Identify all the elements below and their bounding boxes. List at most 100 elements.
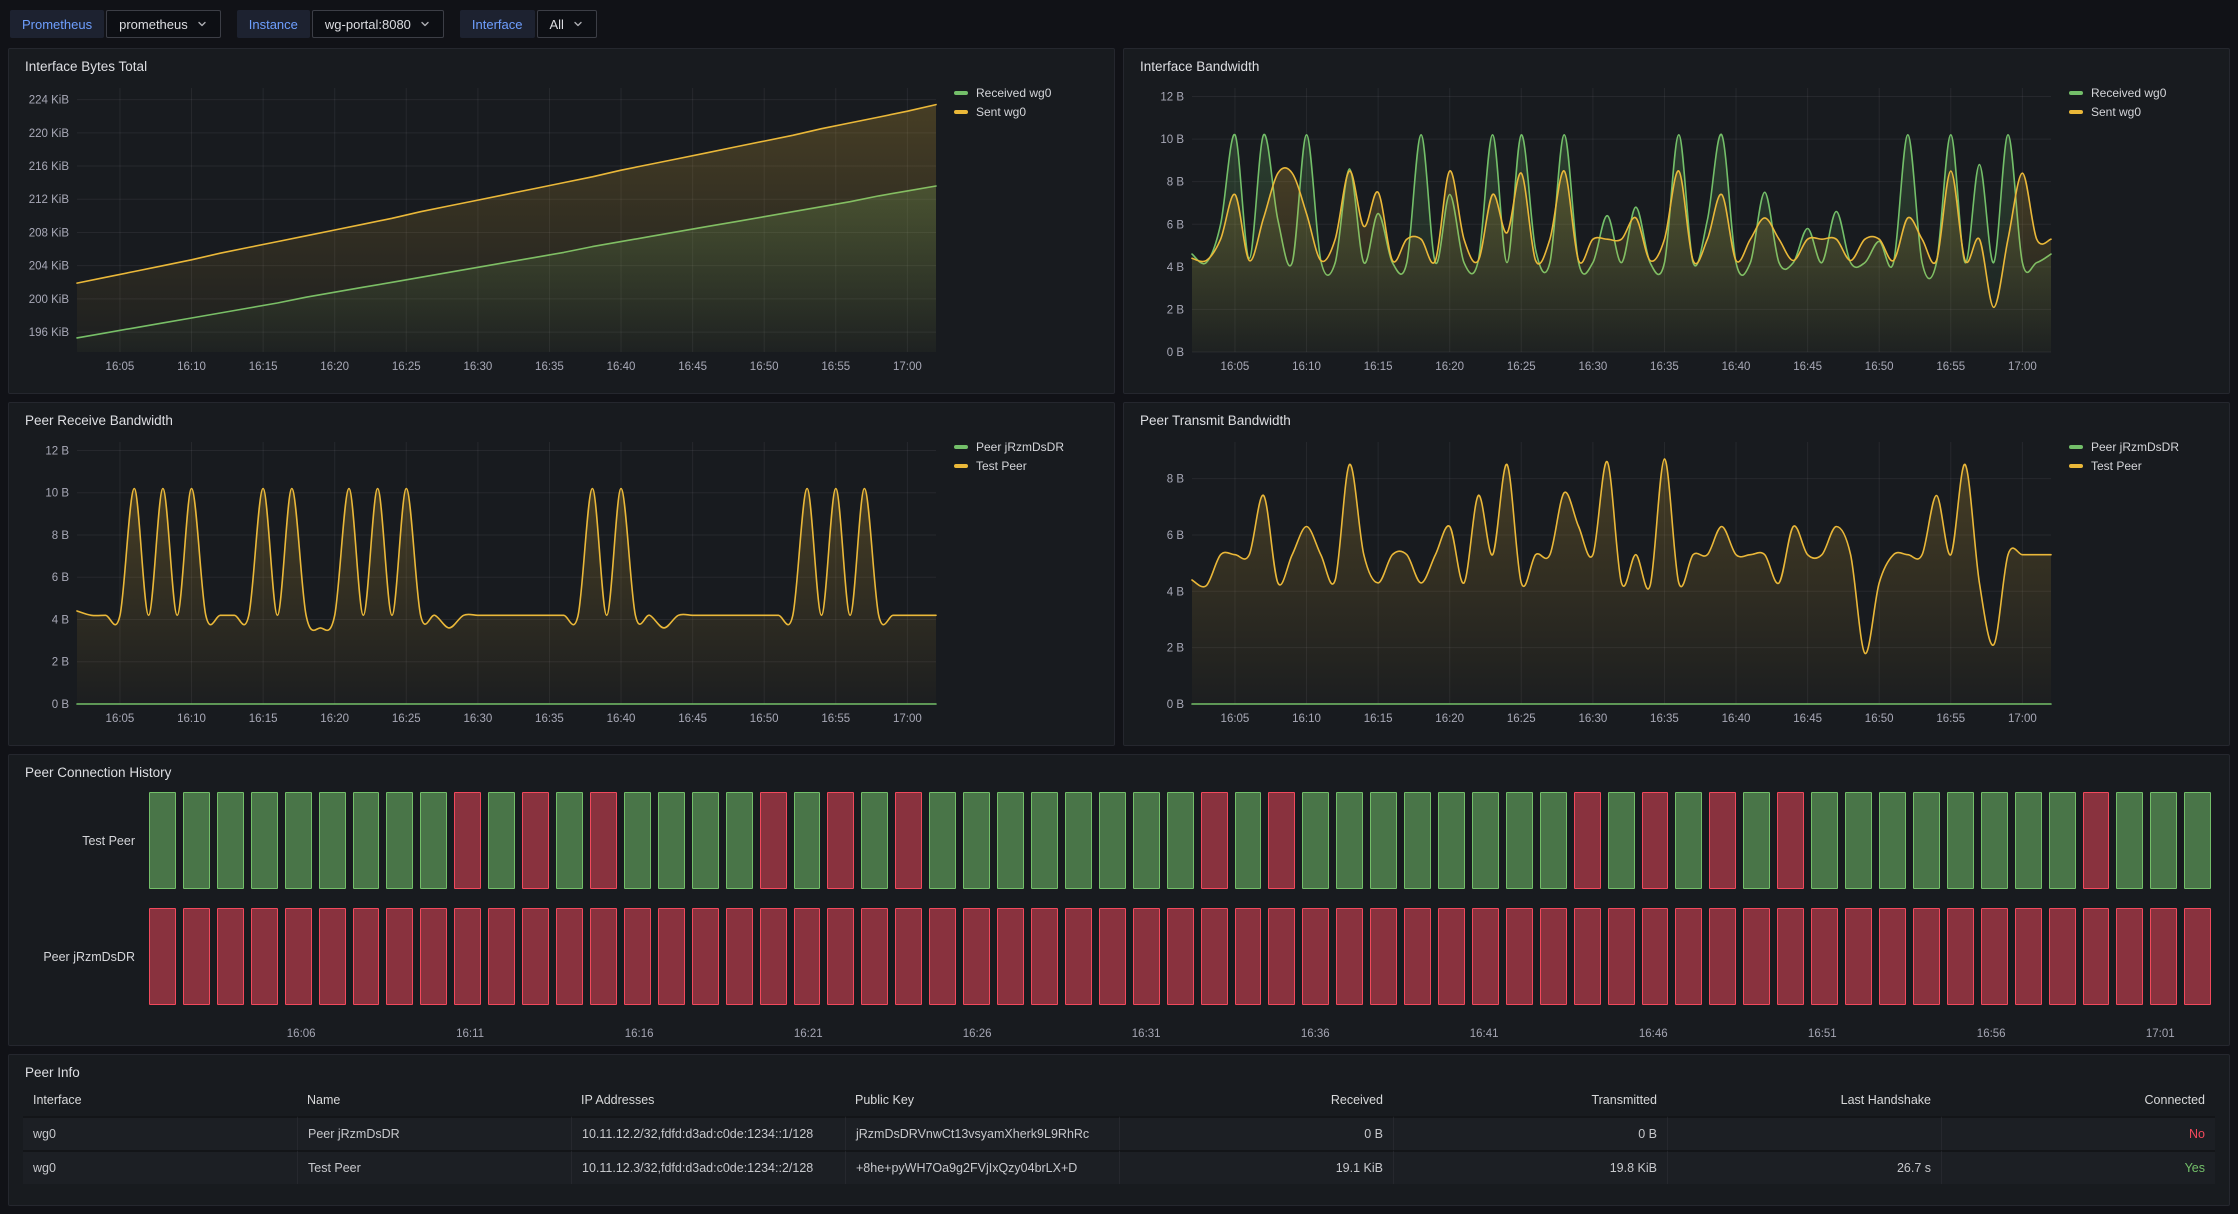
- x-tick-label: 16:26: [963, 1028, 992, 1040]
- x-tick-label: 16:11: [456, 1028, 484, 1040]
- column-header-ip-addresses[interactable]: IP Addresses: [571, 1084, 845, 1116]
- state-disconnected-bar: [454, 908, 481, 1005]
- state-connected-bar: [726, 792, 753, 889]
- state-connected-bar: [929, 792, 956, 889]
- state-disconnected-bar: [590, 908, 617, 1005]
- column-header-last-handshake[interactable]: Last Handshake: [1667, 1084, 1941, 1116]
- cell-interface: wg0: [23, 1116, 297, 1150]
- state-disconnected-bar: [556, 908, 583, 1005]
- panel-title-peer-info[interactable]: Peer Info: [21, 1061, 2217, 1082]
- panel-title-peer-connection-history[interactable]: Peer Connection History: [21, 761, 2217, 782]
- x-tick-label: 17:00: [2008, 713, 2037, 725]
- state-disconnected-bar: [1981, 908, 2008, 1005]
- state-connected-bar: [1302, 792, 1329, 889]
- x-tick-label: 16:40: [1722, 361, 1751, 373]
- variable-label-prometheus: Prometheus: [10, 10, 104, 38]
- interface-bandwidth-canvas[interactable]: 0 B2 B4 B6 B8 B10 B12 B16:0516:1016:1516…: [1136, 76, 2059, 378]
- timeline-row-test-peer: Test Peer: [21, 792, 2211, 889]
- x-tick-label: 16:20: [320, 361, 349, 373]
- x-tick-label: 16:05: [106, 361, 135, 373]
- panel-title-peer-transmit-bandwidth[interactable]: Peer Transmit Bandwidth: [1136, 409, 2217, 430]
- x-tick-label: 16:05: [1221, 361, 1250, 373]
- legend-label: Received wg0: [976, 86, 1051, 100]
- state-disconnected-bar: [861, 908, 888, 1005]
- state-disconnected-bar: [1201, 908, 1228, 1005]
- state-disconnected-bar: [1201, 792, 1228, 889]
- legend-item-test-peer[interactable]: Test Peer: [2069, 459, 2217, 473]
- column-header-received[interactable]: Received: [1119, 1084, 1393, 1116]
- state-disconnected-bar: [624, 908, 651, 1005]
- state-connected-bar: [285, 792, 312, 889]
- state-connected-bar: [1167, 792, 1194, 889]
- state-connected-bar: [2116, 792, 2143, 889]
- column-header-connected[interactable]: Connected: [1941, 1084, 2215, 1116]
- x-tick-label: 16:50: [750, 361, 779, 373]
- panel-title-peer-receive-bandwidth[interactable]: Peer Receive Bandwidth: [21, 409, 1102, 430]
- variable-dropdown-prometheus[interactable]: prometheus: [106, 10, 221, 38]
- x-tick-label: 16:15: [1364, 713, 1393, 725]
- state-connected-bar: [488, 792, 515, 889]
- state-disconnected-bar: [1777, 908, 1804, 1005]
- state-connected-bar: [1608, 792, 1635, 889]
- state-disconnected-bar: [2083, 792, 2110, 889]
- state-connected-bar: [420, 792, 447, 889]
- x-tick-label: 17:00: [2008, 361, 2037, 373]
- chevron-down-icon: [572, 18, 584, 30]
- x-tick-label: 16:25: [1507, 713, 1536, 725]
- state-disconnected-bar: [251, 908, 278, 1005]
- panel-interface-bytes-total: Interface Bytes Total 196 KiB200 KiB204 …: [8, 48, 1115, 394]
- variable-dropdown-interface[interactable]: All: [537, 10, 597, 38]
- state-disconnected-bar: [726, 908, 753, 1005]
- legend-item-sent-wg0[interactable]: Sent wg0: [954, 105, 1102, 119]
- x-tick-label: 16:56: [1977, 1028, 2006, 1040]
- legend-item-received-wg0[interactable]: Received wg0: [2069, 86, 2217, 100]
- state-connected-bar: [1845, 792, 1872, 889]
- column-header-interface[interactable]: Interface: [23, 1084, 297, 1116]
- state-connected-bar: [1913, 792, 1940, 889]
- peer-receive-bandwidth-canvas[interactable]: 0 B2 B4 B6 B8 B10 B12 B16:0516:1016:1516…: [21, 430, 944, 730]
- state-disconnected-bar: [1743, 908, 1770, 1005]
- state-disconnected-bar: [1913, 908, 1940, 1005]
- variable-dropdown-instance[interactable]: wg-portal:8080: [312, 10, 444, 38]
- state-connected-bar: [251, 792, 278, 889]
- chevron-down-icon: [196, 18, 208, 30]
- x-tick-label: 16:20: [320, 713, 349, 725]
- legend-item-peer-jrzmdsdr[interactable]: Peer jRzmDsDR: [2069, 440, 2217, 454]
- y-tick-label: 0 B: [1167, 347, 1185, 359]
- legend-item-peer-jrzmdsdr[interactable]: Peer jRzmDsDR: [954, 440, 1102, 454]
- cell-last-handshake: 26.7 s: [1667, 1150, 1941, 1184]
- interface-bytes-total-canvas[interactable]: 196 KiB200 KiB204 KiB208 KiB212 KiB216 K…: [21, 76, 944, 378]
- series-area-test-peer: [77, 489, 936, 705]
- state-disconnected-bar: [1404, 908, 1431, 1005]
- state-connected-bar: [556, 792, 583, 889]
- y-tick-label: 12 B: [45, 445, 69, 457]
- cell-transmitted: 19.8 KiB: [1393, 1150, 1667, 1184]
- grafana-dashboard: PrometheusprometheusInstancewg-portal:80…: [0, 0, 2238, 1214]
- column-header-name[interactable]: Name: [297, 1084, 571, 1116]
- y-tick-label: 0 B: [52, 699, 70, 711]
- state-disconnected-bar: [1167, 908, 1194, 1005]
- x-tick-label: 16:51: [1808, 1028, 1837, 1040]
- x-tick-label: 16:30: [464, 361, 493, 373]
- state-connected-bar: [1472, 792, 1499, 889]
- state-disconnected-bar: [1642, 908, 1669, 1005]
- x-tick-label: 16:45: [1793, 361, 1822, 373]
- y-tick-label: 8 B: [1167, 474, 1185, 486]
- state-connected-bar: [386, 792, 413, 889]
- cell-ip-addresses: 10.11.12.3/32,fdfd:d3ad:c0de:1234::2/128: [571, 1150, 845, 1184]
- y-tick-label: 220 KiB: [29, 128, 70, 140]
- panel-title-interface-bandwidth[interactable]: Interface Bandwidth: [1136, 55, 2217, 76]
- column-header-transmitted[interactable]: Transmitted: [1393, 1084, 1667, 1116]
- legend-item-sent-wg0[interactable]: Sent wg0: [2069, 105, 2217, 119]
- x-tick-label: 16:50: [1865, 713, 1894, 725]
- peer-transmit-bandwidth-canvas[interactable]: 0 B2 B4 B6 B8 B16:0516:1016:1516:2016:25…: [1136, 430, 2059, 730]
- y-tick-label: 10 B: [45, 488, 69, 500]
- legend-item-received-wg0[interactable]: Received wg0: [954, 86, 1102, 100]
- column-header-public-key[interactable]: Public Key: [845, 1084, 1119, 1116]
- variable-group-interface: InterfaceAll: [460, 10, 597, 38]
- panel-title-interface-bytes-total[interactable]: Interface Bytes Total: [21, 55, 1102, 76]
- state-connected-bar: [217, 792, 244, 889]
- state-disconnected-bar: [522, 792, 549, 889]
- legend-item-test-peer[interactable]: Test Peer: [954, 459, 1102, 473]
- legend-label: Test Peer: [976, 459, 1027, 473]
